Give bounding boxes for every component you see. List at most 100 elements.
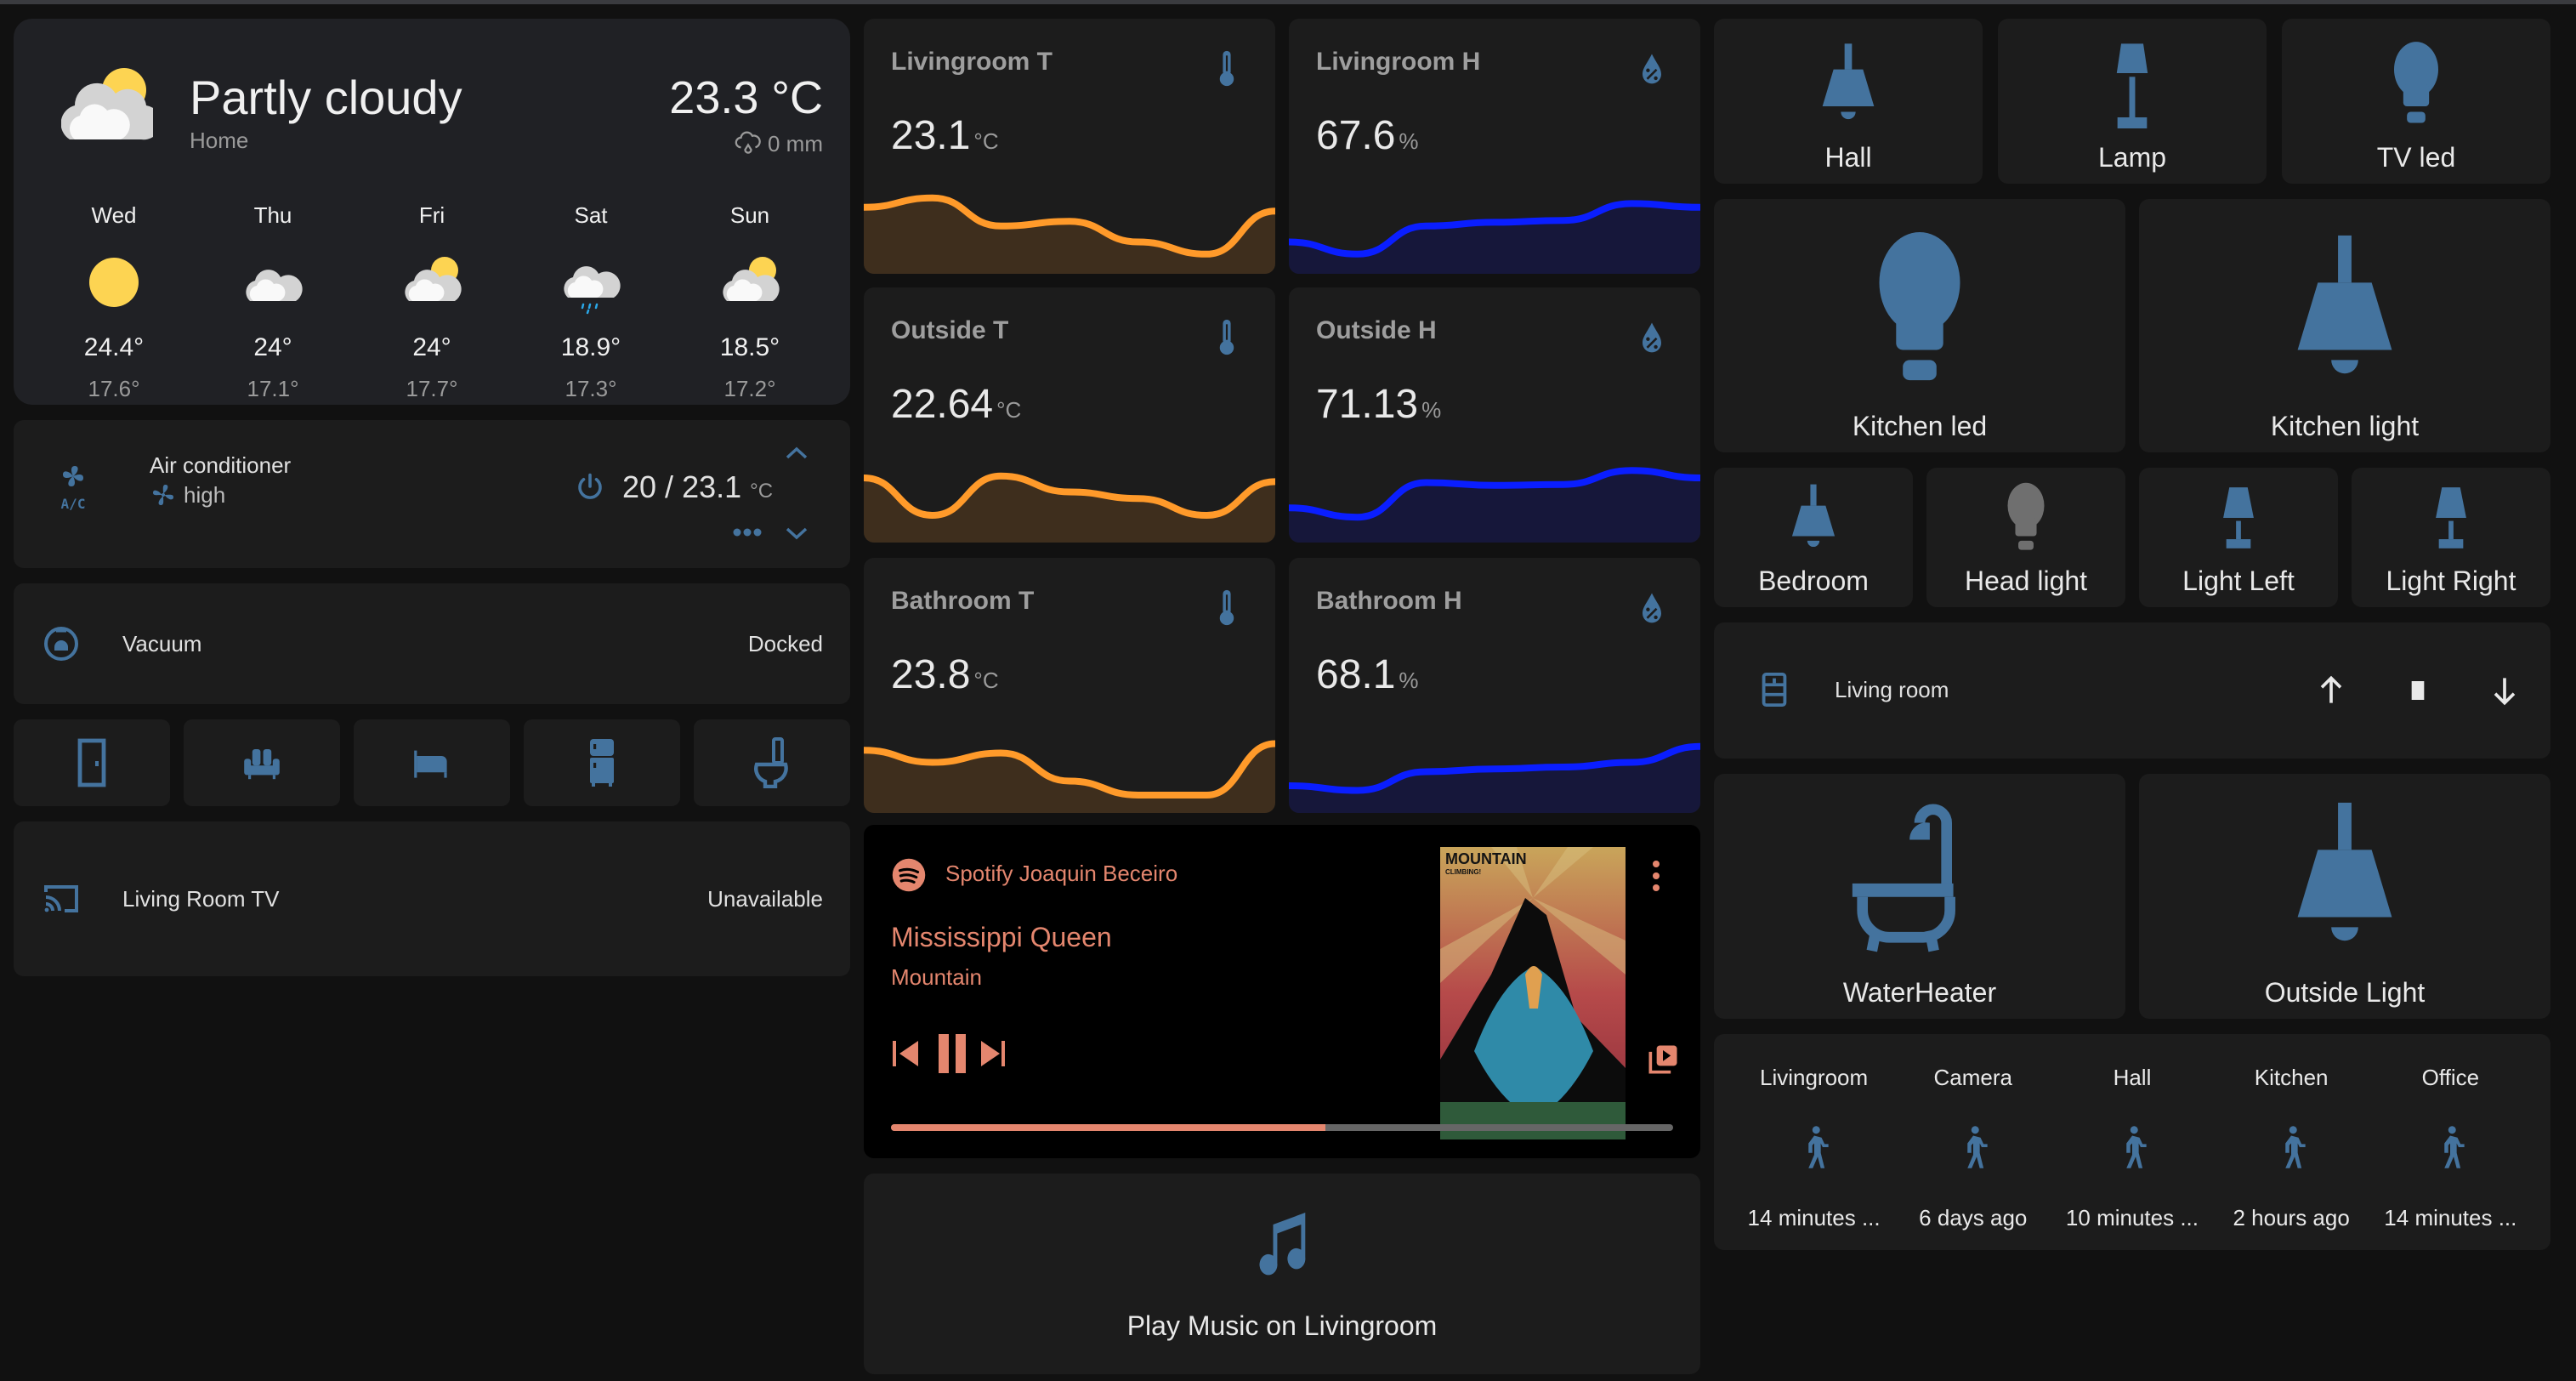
robot-vacuum-icon (44, 627, 78, 661)
more-vertical-icon[interactable] (1651, 859, 1661, 893)
sensor-value: 71.13% (1316, 381, 1441, 428)
sensor-name: Outside H (1316, 316, 1437, 344)
chevron-down-icon[interactable] (784, 524, 809, 543)
forecast-high: 18.9° (560, 333, 621, 361)
cover-row: Living room (1714, 622, 2550, 759)
motion-sensor-livingroom[interactable]: Livingroom 14 minutes ... (1738, 1034, 1891, 1250)
svg-text:A/C: A/C (61, 496, 86, 510)
stop-icon[interactable] (2399, 672, 2437, 709)
media-title: Mississippi Queen (891, 922, 1112, 952)
arrow-down-icon[interactable] (2486, 672, 2523, 709)
tv-name: Living Room TV (122, 885, 280, 912)
light-button-light-left[interactable]: Light Left (2139, 468, 2338, 607)
target-temperature: 20 (622, 469, 657, 504)
light-label: Kitchen light (2270, 411, 2420, 441)
cover-name: Living room (1835, 677, 1949, 702)
motion-sensor-name: Hall (2113, 1065, 2152, 1090)
light-label: Head light (1964, 565, 2088, 596)
fan-icon (153, 485, 173, 505)
sensor-unit: % (1399, 128, 1419, 154)
sensor-unit: °C (996, 397, 1022, 423)
sensor-card-livingroom-h[interactable]: Livingroom H 67.6% (1289, 19, 1700, 274)
media-source: Spotify Joaquin Beceiro (945, 861, 1178, 886)
sensor-value: 68.1% (1316, 651, 1419, 698)
playlist-play-icon[interactable] (1644, 1041, 1682, 1078)
light-button-kitchen-led[interactable]: Kitchen led (1714, 199, 2125, 452)
more-options-icon[interactable] (733, 527, 762, 537)
light-label: Light Right (2386, 565, 2516, 596)
light-button-waterheater[interactable]: WaterHeater (1714, 774, 2125, 1019)
light-button-light-right[interactable]: Light Right (2352, 468, 2550, 607)
motion-sensor-kitchen[interactable]: Kitchen 2 hours ago (2215, 1034, 2368, 1250)
temperature-unit: °C (750, 480, 774, 503)
album-art: MOUNTAIN CLIMBING! (1440, 847, 1626, 1139)
walking-person-icon (2444, 1126, 2465, 1168)
sensor-reading: 23.1 (891, 113, 971, 158)
sensor-reading: 23.8 (891, 652, 971, 697)
table-lamp-icon (2436, 487, 2466, 548)
light-label: TV led (2376, 142, 2456, 173)
sensor-reading: 68.1 (1316, 652, 1396, 697)
motion-sensor-last-changed: 14 minutes ... (2384, 1205, 2517, 1230)
motion-sensor-office[interactable]: Office 14 minutes ... (2374, 1034, 2527, 1250)
forecast-day-label: Thu (253, 202, 292, 228)
motion-sensor-last-changed: 14 minutes ... (1747, 1205, 1881, 1230)
light-button-bedroom[interactable]: Bedroom (1714, 468, 1913, 607)
thermometer-icon (1219, 589, 1234, 626)
sensor-history-graph (1289, 742, 1700, 813)
walking-person-icon (2285, 1126, 2306, 1168)
play-music-button[interactable]: Play Music on Livingroom (864, 1174, 1700, 1374)
media-progress-bar[interactable] (891, 1124, 1673, 1131)
rain-cloud-icon (735, 131, 761, 154)
arrow-up-icon[interactable] (2312, 672, 2350, 709)
chevron-up-icon[interactable] (784, 444, 809, 463)
ceiling-light-icon (2297, 235, 2392, 374)
sensor-history-graph (1289, 467, 1700, 543)
sensor-unit: °C (973, 668, 999, 693)
motion-sensor-camera[interactable]: Camera 6 days ago (1897, 1034, 2050, 1250)
media-progress-fill (891, 1124, 1325, 1131)
toilet-button[interactable] (694, 719, 850, 806)
light-button-outside-light[interactable]: Outside Light (2139, 774, 2550, 1019)
window-shutter-icon[interactable] (1760, 672, 1789, 708)
light-button-kitchen-light[interactable]: Kitchen light (2139, 199, 2550, 452)
sensor-history-area (864, 197, 1275, 274)
ceiling-light-icon (1822, 43, 1875, 120)
weather-card[interactable]: Partly cloudy Home 23.3 °C 0 mm Wed 24.4… (14, 19, 850, 405)
sofa-button[interactable] (184, 719, 340, 806)
motion-sensor-name: Office (2421, 1065, 2480, 1090)
fan-mode-label: high (184, 481, 226, 508)
light-button-hall[interactable]: Hall (1714, 19, 1983, 184)
walking-person-icon (1807, 1126, 1829, 1168)
next-track-icon[interactable] (978, 1032, 1008, 1077)
fridge-button[interactable] (524, 719, 680, 806)
sensor-card-livingroom-t[interactable]: Livingroom T 23.1 °C (864, 19, 1275, 274)
weather-location: Home (190, 128, 249, 153)
sensor-unit: % (1399, 668, 1419, 693)
air-conditioner-icon[interactable]: A/C (53, 459, 94, 510)
current-temperature: 23.1 (682, 469, 742, 504)
climate-fan-mode: high (150, 481, 225, 509)
motion-sensor-hall[interactable]: Hall 10 minutes ... (2056, 1034, 2209, 1250)
motion-sensor-last-changed: 10 minutes ... (2065, 1205, 2199, 1230)
light-button-head-light[interactable]: Head light (1926, 468, 2125, 607)
bed-button[interactable] (354, 719, 510, 806)
light-button-lamp[interactable]: Lamp (1998, 19, 2267, 184)
climate-temperature: 20 / 23.1 °C (622, 469, 773, 505)
sensor-value: 67.6% (1316, 112, 1419, 159)
power-icon[interactable] (575, 471, 605, 502)
album-art-subtitle: CLIMBING! (1445, 868, 1481, 876)
music-note-icon (1259, 1212, 1306, 1275)
tv-row[interactable]: Living Room TV Unavailable (14, 821, 850, 976)
previous-track-icon[interactable] (891, 1032, 922, 1077)
motion-sensor-last-changed: 2 hours ago (2233, 1205, 2350, 1230)
pause-icon[interactable] (935, 1032, 973, 1077)
door-button[interactable] (14, 719, 170, 806)
light-button-tv-led[interactable]: TV led (2282, 19, 2550, 184)
sensor-card-outside-t[interactable]: Outside T 22.64 °C (864, 287, 1275, 543)
sensor-card-bathroom-h[interactable]: Bathroom H 68.1% (1289, 558, 1700, 813)
media-player-card[interactable]: Spotify Joaquin Beceiro Mississippi Quee… (864, 825, 1700, 1158)
sensor-card-bathroom-t[interactable]: Bathroom T 23.8 °C (864, 558, 1275, 813)
vacuum-row[interactable]: Vacuum Docked (14, 583, 850, 704)
sensor-card-outside-h[interactable]: Outside H 71.13% (1289, 287, 1700, 543)
